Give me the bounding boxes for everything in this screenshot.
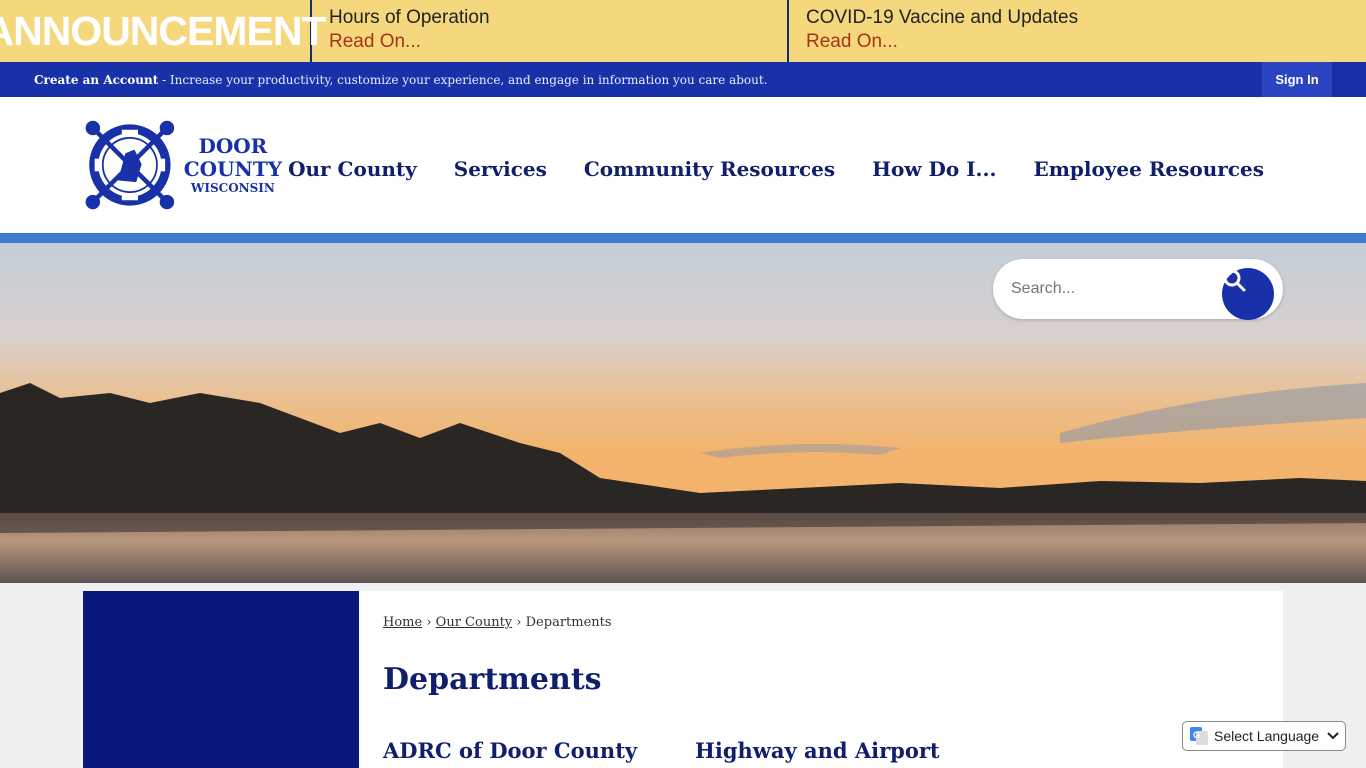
breadcrumb-current: Departments [525, 615, 612, 630]
search-icon [1223, 269, 1246, 292]
create-account-link[interactable]: Create an Account [34, 73, 158, 87]
site-header: DOOR COUNTY WISCONSIN Our County Service… [0, 97, 1366, 233]
search-button[interactable] [1222, 268, 1274, 320]
page-title: Departments [383, 662, 602, 697]
breadcrumb-separator: › [516, 615, 522, 630]
announcement-item-covid[interactable]: COVID-19 Vaccine and Updates Read On... [789, 0, 1366, 62]
county-seal-icon [85, 120, 175, 210]
announcement-read-on-link[interactable]: Read On... [806, 30, 1366, 54]
hero-banner [0, 243, 1366, 583]
nav-services[interactable]: Services [454, 157, 547, 181]
announcement-title: ANNOUNCEMENT [0, 0, 327, 62]
breadcrumb-our-county[interactable]: Our County [436, 615, 512, 630]
main-content: Home › Our County › Departments Departme… [359, 591, 1283, 768]
svg-text:G: G [1193, 730, 1200, 740]
nav-how-do-i[interactable]: How Do I... [872, 157, 996, 181]
main-navigation: Our County Services Community Resources … [251, 157, 1264, 181]
logo-line-wisconsin: WISCONSIN [190, 181, 275, 195]
sidebar-panel [83, 591, 359, 768]
breadcrumb-home[interactable]: Home [383, 615, 422, 630]
account-message: Create an Account - Increase your produc… [0, 73, 768, 87]
chevron-down-icon [1327, 732, 1339, 740]
nav-our-county[interactable]: Our County [288, 157, 417, 181]
sign-in-button[interactable]: Sign In [1262, 62, 1332, 97]
search-box [993, 259, 1283, 320]
nav-community-resources[interactable]: Community Resources [584, 157, 835, 181]
breadcrumb-separator: › [426, 615, 432, 630]
header-divider [0, 233, 1366, 243]
announcement-item-hours[interactable]: Hours of Operation Read On... [312, 0, 789, 62]
logo-line-door: DOOR [198, 134, 268, 158]
department-link-adrc[interactable]: ADRC of Door County [383, 738, 695, 763]
account-tagline: - Increase your productivity, customize … [158, 72, 768, 87]
account-bar: Create an Account - Increase your produc… [0, 62, 1366, 97]
department-list: ADRC of Door County Highway and Airport [383, 738, 940, 763]
announcement-read-on-link[interactable]: Read On... [329, 30, 787, 54]
language-select[interactable]: G Select Language [1182, 721, 1346, 751]
breadcrumb: Home › Our County › Departments [383, 615, 1283, 630]
department-link-highway[interactable]: Highway and Airport [695, 738, 940, 763]
announcement-item-title[interactable]: Hours of Operation [329, 6, 787, 30]
announcement-item-title[interactable]: COVID-19 Vaccine and Updates [806, 6, 1366, 30]
language-select-label: Select Language [1214, 728, 1320, 744]
search-input[interactable] [1011, 273, 1211, 305]
google-translate-icon: G [1190, 727, 1208, 745]
nav-employee-resources[interactable]: Employee Resources [1033, 157, 1264, 181]
announcement-bar: ANNOUNCEMENT Hours of Operation Read On.… [0, 0, 1366, 62]
